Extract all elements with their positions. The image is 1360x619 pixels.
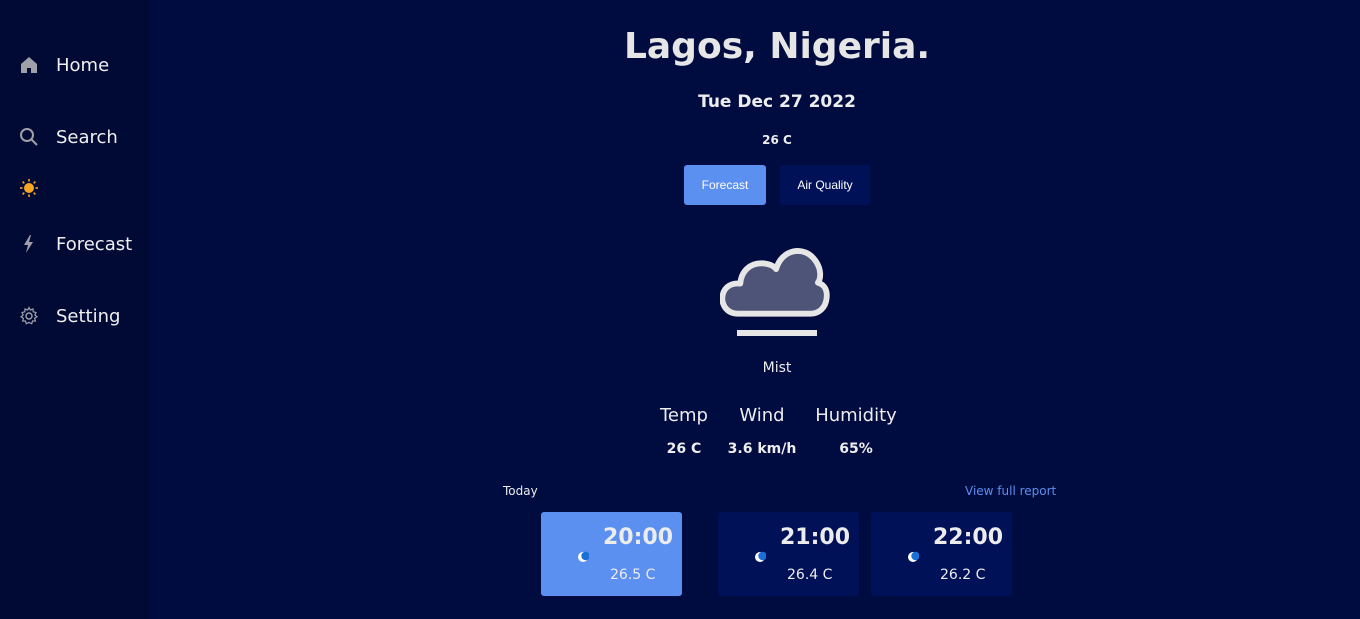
humidity-label: Humidity	[815, 405, 897, 426]
hourly-time: 21:00	[780, 525, 851, 550]
hourly-card[interactable]: 22:00 26.2 C	[871, 512, 1012, 596]
temp-label: Temp	[660, 405, 708, 426]
hourly-card[interactable]: 21:00 26.4 C	[718, 512, 859, 596]
hourly-temp: 26.2 C	[940, 567, 986, 583]
sidebar-item-search[interactable]: Search	[18, 126, 118, 148]
sidebar-item-label: Home	[56, 54, 110, 76]
lightning-icon	[18, 233, 40, 255]
moon-icon	[754, 548, 767, 567]
hourly-temp: 26.5 C	[610, 567, 656, 583]
sidebar-item-setting[interactable]: Setting	[18, 305, 120, 327]
gear-icon	[18, 305, 40, 327]
current-temp-summary: 26 C	[762, 133, 792, 147]
sidebar-item-label: Setting	[56, 305, 121, 327]
tab-bar: Forecast Air Quality	[684, 165, 870, 205]
tab-forecast[interactable]: Forecast	[684, 165, 766, 205]
home-icon	[18, 54, 40, 76]
moon-icon	[577, 548, 590, 567]
hourly-temp: 26.4 C	[787, 567, 833, 583]
view-full-report-link[interactable]: View full report	[965, 484, 1056, 498]
date-label: Tue Dec 27 2022	[698, 92, 856, 112]
page-title: Lagos, Nigeria.	[623, 26, 931, 67]
hourly-time: 22:00	[933, 525, 1004, 550]
humidity-value: 65%	[839, 441, 873, 457]
hourly-card[interactable]: 20:00 26.5 C	[541, 512, 682, 596]
sun-icon	[18, 177, 40, 199]
moon-icon	[907, 548, 920, 567]
hourly-time: 20:00	[603, 525, 674, 550]
sidebar-item-home[interactable]: Home	[18, 54, 109, 76]
sidebar-item-label: Forecast	[56, 233, 133, 255]
main-content: Lagos, Nigeria. Tue Dec 27 2022 26 C For…	[150, 0, 1360, 619]
wind-label: Wind	[739, 405, 785, 426]
sidebar-item-forecast[interactable]: Forecast	[18, 233, 132, 255]
weather-condition: Mist	[762, 360, 792, 376]
wind-value: 3.6 km/h	[727, 441, 797, 457]
hourly-section-title: Today	[503, 484, 538, 498]
search-icon	[18, 126, 40, 148]
sidebar: Home Search Forecast Setting	[0, 0, 150, 619]
sidebar-item-weather[interactable]	[18, 177, 56, 199]
sidebar-item-label: Search	[56, 126, 118, 148]
tab-air-quality[interactable]: Air Quality	[780, 165, 870, 205]
cloud-mist-icon	[719, 238, 834, 346]
